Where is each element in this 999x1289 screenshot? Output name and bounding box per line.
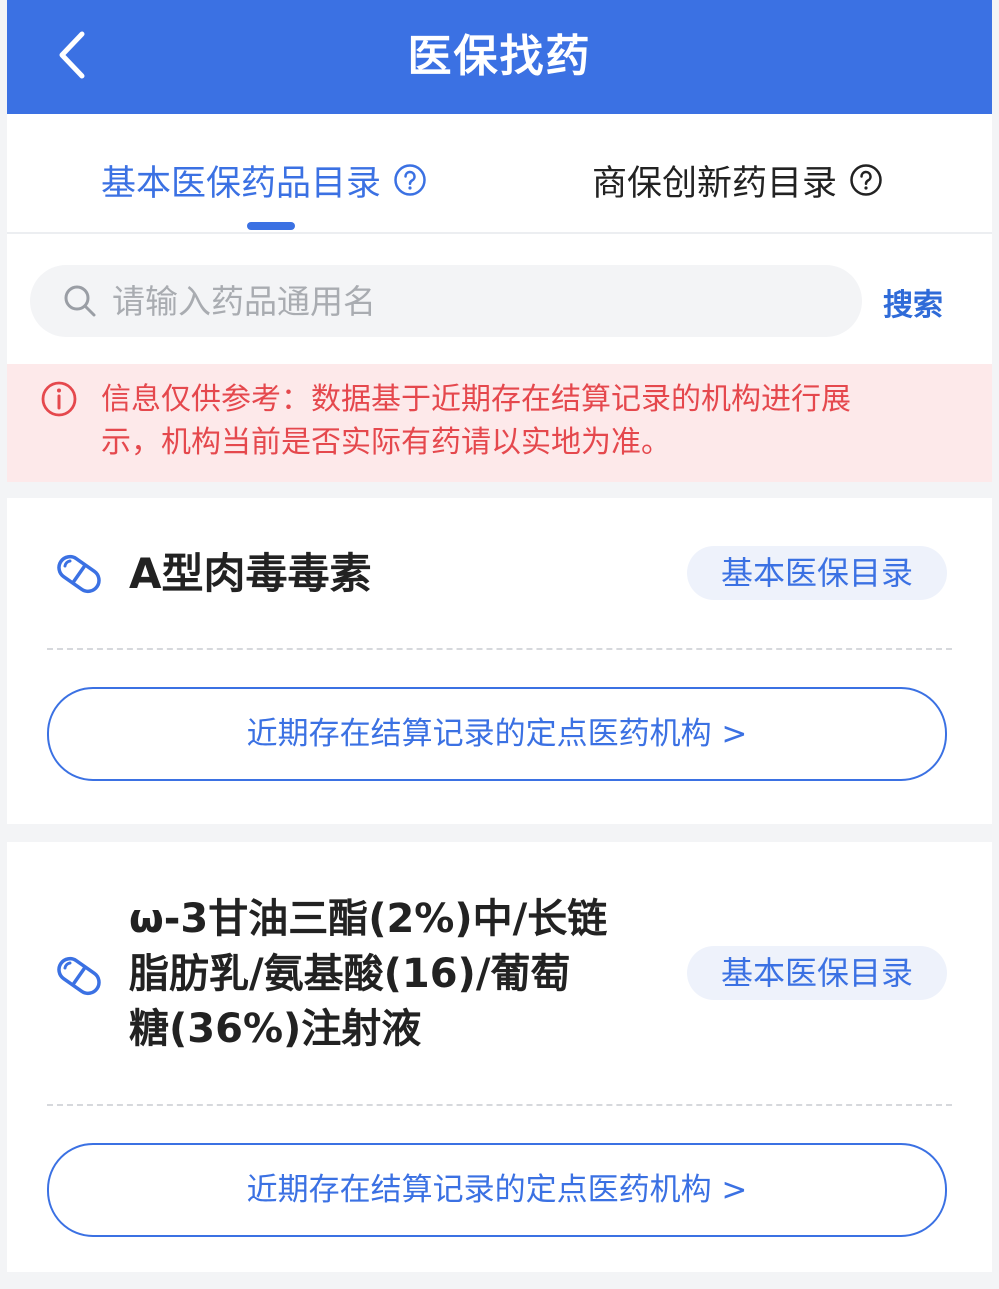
notice-line: 示，机构当前是否实际有药请以实地为准。 — [101, 425, 671, 460]
drug-name-line: ω-3甘油三酯(2%)中/长链 — [129, 896, 608, 942]
drug-card: A型肉毒毒素 基本医保目录 近期存在结算记录的定点医药机构 > — [7, 498, 992, 824]
drug-name: ω-3甘油三酯(2%)中/长链 脂肪乳/氨基酸(16)/葡萄 糖(36%)注射液 — [129, 892, 607, 1057]
drug-name-line: 脂肪乳/氨基酸(16)/葡萄 — [129, 951, 571, 997]
top-navigation-bar: 医保找药 — [7, 0, 992, 114]
info-notice: 信息仅供参考：数据基于近期存在结算记录的机构进行展 示，机构当前是否实际有药请以… — [7, 364, 992, 482]
page-title: 医保找药 — [407, 31, 592, 82]
dashed-divider — [47, 1104, 952, 1106]
drug-name: A型肉毒毒素 — [129, 549, 372, 598]
catalog-tag: 基本医保目录 — [687, 546, 947, 600]
institutions-button[interactable]: 近期存在结算记录的定点医药机构 > — [47, 687, 947, 781]
tab-bar: 基本医保药品目录 商保创新药目录 — [7, 114, 992, 234]
search-bar: 搜索 — [7, 234, 992, 364]
notice-text: 信息仅供参考：数据基于近期存在结算记录的机构进行展 示，机构当前是否实际有药请以… — [101, 378, 901, 464]
tab-basic-medical-insurance-catalog[interactable]: 基本医保药品目录 — [101, 150, 427, 210]
tab-commercial-innovative-drug-catalog[interactable]: 商保创新药目录 — [592, 150, 883, 210]
search-icon — [62, 283, 98, 319]
tab-label: 商保创新药目录 — [592, 163, 838, 204]
search-button[interactable]: 搜索 — [883, 280, 943, 323]
question-circle-icon[interactable] — [849, 163, 883, 197]
tab-label: 基本医保药品目录 — [101, 163, 382, 204]
institutions-button[interactable]: 近期存在结算记录的定点医药机构 > — [47, 1143, 947, 1237]
info-circle-icon — [40, 380, 78, 418]
pill-icon — [53, 950, 105, 1002]
notice-line: 信息仅供参考：数据基于近期存在结算记录的机构进行展 — [101, 382, 851, 417]
catalog-tag: 基本医保目录 — [687, 946, 947, 1000]
question-circle-icon[interactable] — [393, 163, 427, 197]
app-frame: 医保找药 基本医保药品目录 商保创新药目录 请输入药品通用名 搜索 信息仅供参考… — [7, 0, 992, 1289]
dashed-divider — [47, 648, 952, 650]
drug-name-line: 糖(36%)注射液 — [129, 1006, 422, 1052]
search-box[interactable] — [30, 265, 862, 337]
pill-icon — [53, 548, 105, 600]
search-input[interactable] — [110, 280, 814, 322]
active-tab-indicator — [247, 222, 295, 230]
drug-card: ω-3甘油三酯(2%)中/长链 脂肪乳/氨基酸(16)/葡萄 糖(36%)注射液… — [7, 842, 992, 1272]
